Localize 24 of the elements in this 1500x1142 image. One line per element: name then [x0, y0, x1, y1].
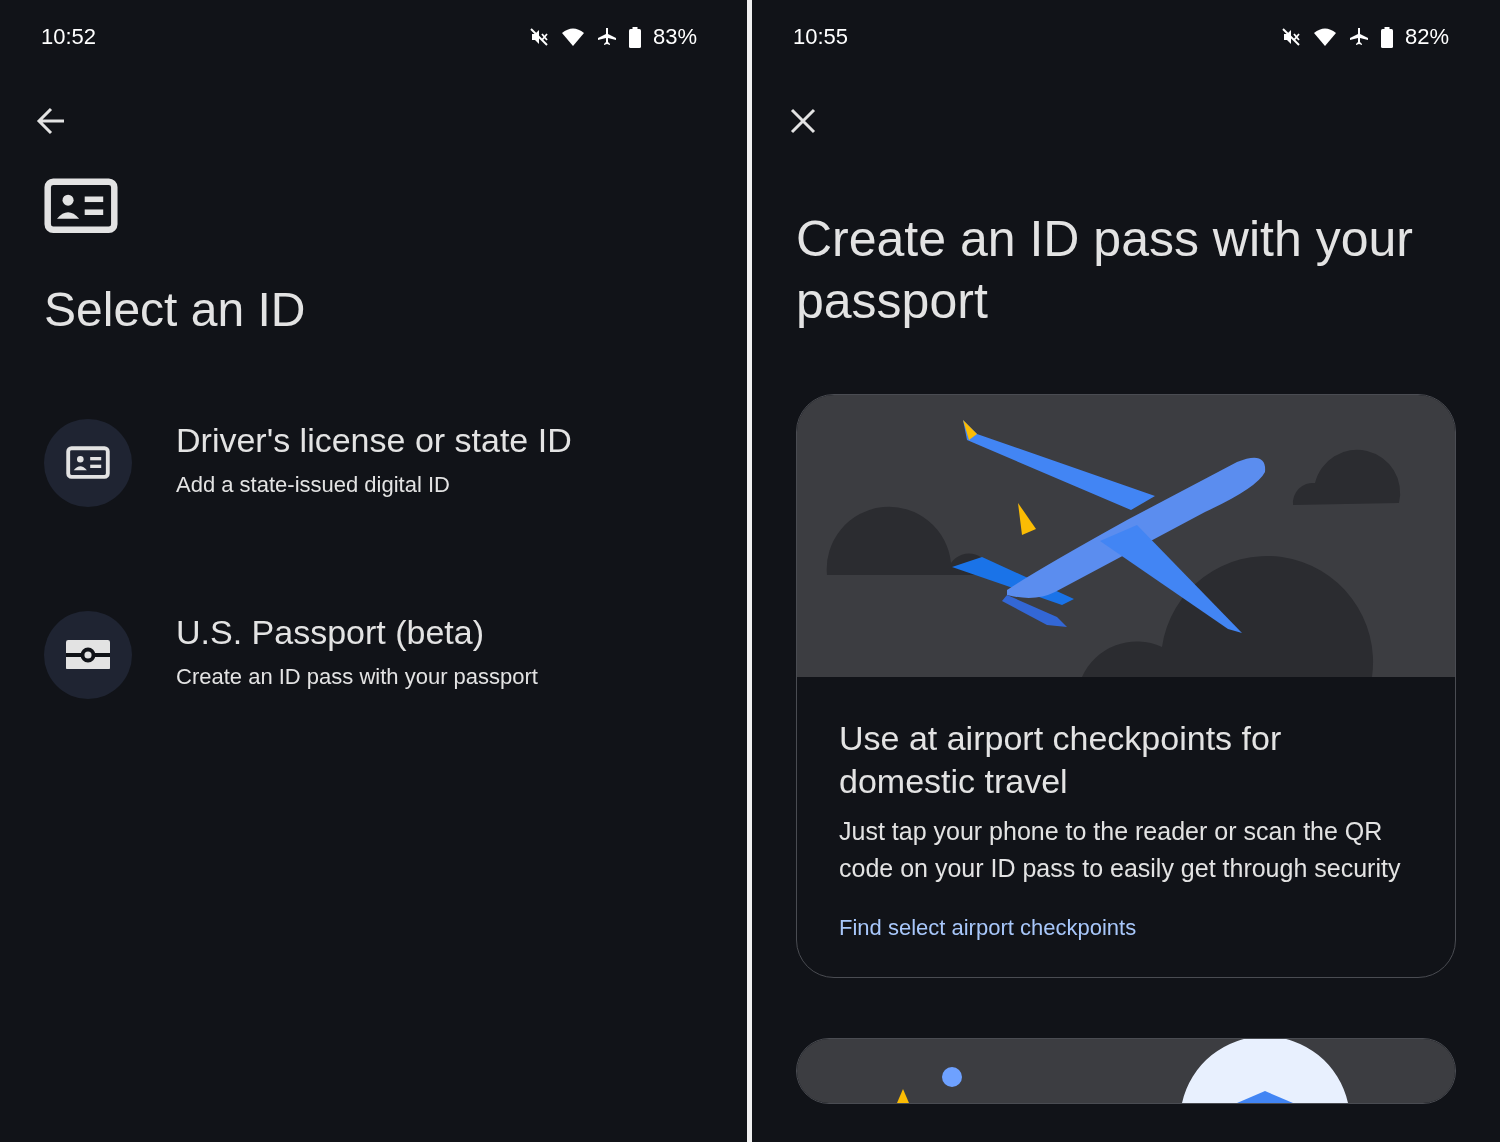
battery-percent: 82% [1404, 24, 1449, 50]
airplane-icon [596, 27, 617, 47]
card-heading: Use at airport checkpoints for domestic travel [839, 718, 1283, 802]
page-title: Create an ID pass with your passport [796, 210, 1414, 331]
id-card-icon [44, 178, 118, 234]
passport-icon [66, 639, 110, 670]
battery-percent: 83% [652, 24, 697, 50]
wifi-icon [1312, 27, 1337, 47]
card-body: Just tap your phone to the reader or scan the QR code on your ID pass to easily get through security [839, 816, 1402, 884]
airplane-icon [1348, 27, 1369, 47]
clock-time: 10:52 [41, 24, 97, 50]
battery-icon [1380, 26, 1393, 48]
option-title[interactable]: U.S. Passport (beta) [176, 613, 538, 652]
clock-time: 10:55 [793, 24, 849, 50]
page-title: Select an ID [44, 281, 307, 337]
option-title[interactable]: Driver's license or state ID [176, 421, 572, 460]
id-card-icon [66, 446, 110, 479]
option-subtitle: Create an ID pass with your passport [176, 664, 538, 690]
wifi-icon [560, 27, 585, 47]
mute-icon [1280, 27, 1301, 47]
mute-icon [528, 27, 549, 47]
option-subtitle: Add a state-issued digital ID [176, 472, 451, 498]
battery-icon [628, 26, 641, 48]
checkpoints-link[interactable]: Find select airport checkpoints [839, 915, 1137, 941]
